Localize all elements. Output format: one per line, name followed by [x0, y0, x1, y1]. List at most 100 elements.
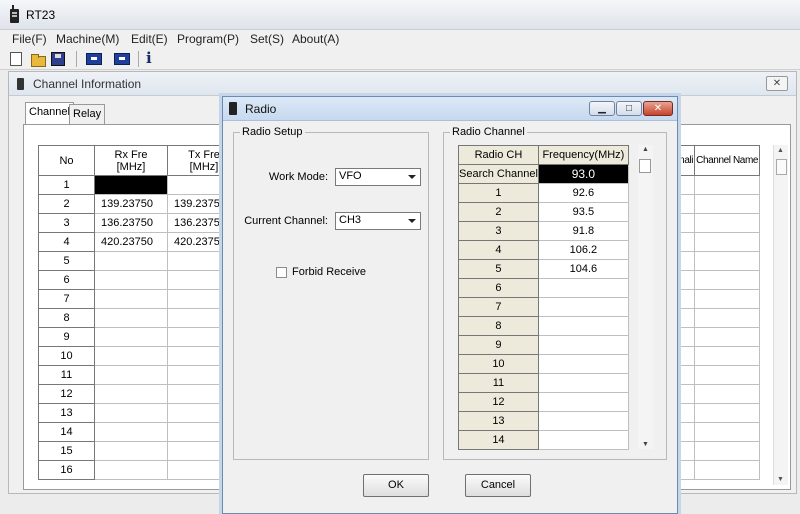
channel-name-cell[interactable]	[694, 327, 761, 347]
frequency-cell[interactable]	[537, 411, 629, 431]
rx-frequency-cell[interactable]	[94, 251, 168, 271]
chevron-down-icon[interactable]	[406, 171, 418, 183]
table-row[interactable]: 10	[458, 354, 629, 374]
channel-name-cell[interactable]	[694, 289, 761, 309]
rx-frequency-cell[interactable]: 139.23750	[94, 194, 168, 214]
table-row[interactable]	[671, 441, 761, 461]
rx-frequency-cell[interactable]	[94, 270, 168, 290]
menu-set[interactable]: Set(S)	[250, 32, 284, 46]
table-row[interactable]: 4 106.2	[458, 240, 629, 260]
table-row[interactable]	[671, 365, 761, 385]
new-file-icon[interactable]	[10, 52, 22, 66]
table-row[interactable]	[671, 175, 761, 195]
table-row[interactable]	[671, 194, 761, 214]
channel-name-cell[interactable]	[694, 175, 761, 195]
channel-name-cell[interactable]	[694, 232, 761, 252]
table-row[interactable]	[671, 422, 761, 442]
frequency-cell[interactable]	[537, 278, 629, 298]
radio-channel-scrollbar[interactable]: ▲ ▼	[638, 145, 653, 449]
menu-file[interactable]: File(F)	[12, 32, 47, 46]
table-row[interactable]: 9	[458, 335, 629, 355]
open-folder-icon[interactable]	[30, 51, 46, 67]
tab-channel[interactable]: Channel	[25, 102, 74, 124]
forbid-receive-checkbox[interactable]	[276, 267, 287, 278]
frequency-cell[interactable]	[537, 373, 629, 393]
rx-frequency-cell[interactable]	[94, 346, 168, 366]
channel-name-cell[interactable]	[694, 308, 761, 328]
chevron-down-icon[interactable]	[406, 215, 418, 227]
channel-name-cell[interactable]	[694, 251, 761, 271]
channel-name-cell[interactable]	[694, 346, 761, 366]
frequency-cell[interactable]	[537, 335, 629, 355]
info-icon[interactable]: i	[146, 49, 152, 67]
menu-program[interactable]: Program(P)	[177, 32, 239, 46]
frequency-cell[interactable]	[537, 354, 629, 374]
table-row[interactable]	[671, 213, 761, 233]
channel-name-cell[interactable]	[694, 403, 761, 423]
rx-frequency-cell[interactable]	[94, 365, 168, 385]
table-row[interactable]: 2 139.23750 139.2375	[38, 194, 241, 214]
frequency-cell[interactable]	[537, 316, 629, 336]
scroll-down-arrow-icon[interactable]: ▼	[642, 441, 649, 448]
menu-edit[interactable]: Edit(E)	[131, 32, 168, 46]
menu-machine[interactable]: Machine(M)	[56, 32, 119, 46]
ok-button[interactable]: OK	[363, 474, 429, 497]
frequency-cell[interactable]: 93.5	[537, 202, 629, 222]
channel-name-cell[interactable]	[694, 213, 761, 233]
table-row[interactable]	[671, 327, 761, 347]
table-row[interactable]: 8	[38, 308, 241, 328]
save-disk-icon[interactable]	[51, 52, 65, 66]
channel-name-cell[interactable]	[694, 270, 761, 290]
channel-table-scrollbar[interactable]: ▲ ▼	[773, 145, 788, 485]
table-row[interactable]: Search Channel 93.0	[458, 164, 629, 184]
scroll-down-arrow-icon[interactable]: ▼	[777, 476, 784, 483]
frequency-cell[interactable]: 104.6	[537, 259, 629, 279]
table-row[interactable]: 13	[458, 411, 629, 431]
rx-frequency-cell[interactable]	[94, 403, 168, 423]
channel-name-cell[interactable]	[694, 441, 761, 461]
scroll-up-arrow-icon[interactable]: ▲	[642, 146, 649, 153]
table-row[interactable]: 14	[38, 422, 241, 442]
menu-about[interactable]: About(A)	[292, 32, 339, 46]
rx-frequency-cell[interactable]	[94, 384, 168, 404]
close-icon[interactable]: ✕	[643, 101, 673, 116]
table-row[interactable]: 9	[38, 327, 241, 347]
table-row[interactable]: 12	[458, 392, 629, 412]
table-row[interactable]	[671, 251, 761, 271]
table-row[interactable]	[671, 346, 761, 366]
channel-name-cell[interactable]	[694, 460, 761, 480]
rx-frequency-cell[interactable]	[94, 422, 168, 442]
scroll-thumb[interactable]	[776, 159, 787, 175]
frequency-cell[interactable]: 106.2	[537, 240, 629, 260]
current-channel-select[interactable]: CH3	[335, 212, 421, 230]
table-row[interactable]: 1 92.6	[458, 183, 629, 203]
table-row[interactable]	[671, 460, 761, 480]
frequency-cell[interactable]	[537, 430, 629, 450]
table-row[interactable]: 15	[38, 441, 241, 461]
maximize-icon[interactable]: □	[616, 101, 642, 116]
frequency-cell[interactable]	[537, 297, 629, 317]
table-row[interactable]: 16	[38, 460, 241, 480]
close-icon[interactable]: ✕	[766, 76, 788, 91]
channel-name-cell[interactable]	[694, 194, 761, 214]
scroll-up-arrow-icon[interactable]: ▲	[777, 147, 784, 154]
rx-frequency-cell[interactable]	[94, 175, 168, 195]
table-row[interactable]: 1	[38, 175, 241, 195]
rx-frequency-cell[interactable]: 136.23750	[94, 213, 168, 233]
table-row[interactable]: 3 136.23750 136.2375	[38, 213, 241, 233]
table-row[interactable]: 7	[458, 297, 629, 317]
minimize-icon[interactable]: ▁	[589, 101, 615, 116]
table-row[interactable]: 11	[458, 373, 629, 393]
table-row[interactable]	[671, 308, 761, 328]
rx-frequency-cell[interactable]	[94, 460, 168, 480]
table-row[interactable]	[671, 232, 761, 252]
scroll-thumb[interactable]	[639, 159, 651, 173]
rx-frequency-cell[interactable]: 420.23750	[94, 232, 168, 252]
write-to-radio-icon[interactable]	[114, 53, 130, 65]
table-row[interactable]: 10	[38, 346, 241, 366]
work-mode-select[interactable]: VFO	[335, 168, 421, 186]
table-row[interactable]: 6	[458, 278, 629, 298]
table-row[interactable]: 3 91.8	[458, 221, 629, 241]
rx-frequency-cell[interactable]	[94, 289, 168, 309]
table-row[interactable]: 7	[38, 289, 241, 309]
